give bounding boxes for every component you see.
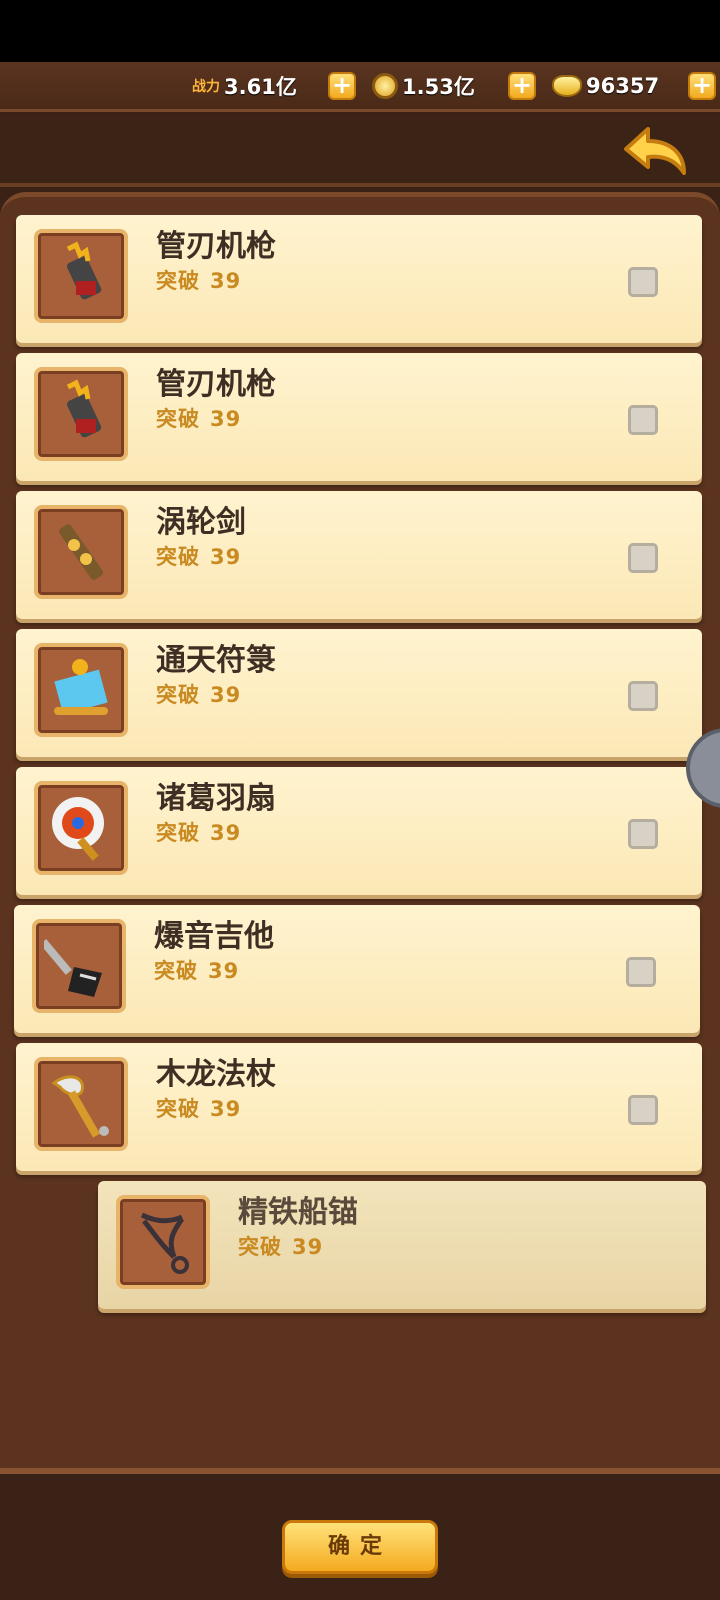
iron-anchor-icon xyxy=(116,1195,210,1289)
item-breakthrough: 突破 39 xyxy=(154,955,239,985)
break-level: 39 xyxy=(210,821,242,845)
select-checkbox[interactable] xyxy=(628,405,658,435)
item-name: 诸葛羽扇 xyxy=(156,781,276,816)
list-item[interactable]: 涡轮剑 突破 39 xyxy=(16,491,702,619)
break-level: 39 xyxy=(210,269,242,293)
item-name: 管刃机枪 xyxy=(156,229,276,264)
coins-value: 1.53亿 xyxy=(402,75,475,99)
break-level: 39 xyxy=(292,1235,324,1259)
select-checkbox[interactable] xyxy=(628,267,658,297)
break-label: 突破 xyxy=(238,1235,282,1259)
break-level: 39 xyxy=(210,1097,242,1121)
power-label: 战力 xyxy=(192,79,220,95)
back-arrow-icon xyxy=(624,127,686,175)
item-breakthrough: 突破 39 xyxy=(156,1093,241,1123)
item-breakthrough: 突破 39 xyxy=(156,265,241,295)
break-label: 突破 xyxy=(156,545,200,569)
break-label: 突破 xyxy=(154,959,198,983)
machine-gun-icon xyxy=(34,367,128,461)
item-name: 通天符箓 xyxy=(156,643,276,678)
dragon-staff-icon xyxy=(34,1057,128,1151)
item-name: 涡轮剑 xyxy=(156,505,246,540)
break-label: 突破 xyxy=(156,821,200,845)
break-level: 39 xyxy=(210,683,242,707)
break-level: 39 xyxy=(210,545,242,569)
select-checkbox[interactable] xyxy=(626,957,656,987)
gold-value: 96357 xyxy=(586,74,660,98)
select-checkbox[interactable] xyxy=(628,681,658,711)
item-name: 管刃机枪 xyxy=(156,367,276,402)
break-label: 突破 xyxy=(156,269,200,293)
select-checkbox[interactable] xyxy=(628,1095,658,1125)
page-header xyxy=(0,115,720,187)
coins: 1.53亿 xyxy=(372,70,475,102)
confirm-button[interactable]: 确定 xyxy=(282,1520,438,1574)
break-label: 突破 xyxy=(156,407,200,431)
status-bar xyxy=(0,0,720,62)
item-list-panel: 管刃机枪 突破 39 管刃机枪 突破 39 涡轮剑 突破 39 通天符箓 突破 39 诸 xyxy=(0,192,720,1474)
item-breakthrough: 突破 39 xyxy=(156,403,241,433)
list-item[interactable]: 管刃机枪 突破 39 xyxy=(16,353,702,481)
list-item[interactable]: 通天符箓 突破 39 xyxy=(16,629,702,757)
combat-power: 战力 3.61亿 xyxy=(192,70,297,102)
gold-ingot-icon xyxy=(552,75,582,97)
list-item[interactable]: 爆音吉他 突破 39 xyxy=(14,905,700,1033)
list-item[interactable]: 管刃机枪 突破 39 xyxy=(16,215,702,343)
select-checkbox[interactable] xyxy=(628,543,658,573)
select-checkbox[interactable] xyxy=(628,819,658,849)
list-item-dragging[interactable]: 精铁船锚 突破 39 xyxy=(98,1181,706,1309)
coin-icon xyxy=(372,73,398,99)
power-value: 3.61亿 xyxy=(224,75,297,99)
item-breakthrough: 突破 39 xyxy=(238,1231,323,1261)
item-name: 精铁船锚 xyxy=(238,1195,358,1230)
list-item[interactable]: 木龙法杖 突破 39 xyxy=(16,1043,702,1171)
list-item[interactable]: 诸葛羽扇 突破 39 xyxy=(16,767,702,895)
break-label: 突破 xyxy=(156,1097,200,1121)
item-breakthrough: 突破 39 xyxy=(156,679,241,709)
item-breakthrough: 突破 39 xyxy=(156,817,241,847)
resource-bar: 战力 3.61亿 + 1.53亿 + 96357 + xyxy=(0,62,720,112)
break-level: 39 xyxy=(210,407,242,431)
feather-fan-icon xyxy=(34,781,128,875)
break-level: 39 xyxy=(208,959,240,983)
gold-ingots: 96357 xyxy=(552,70,659,102)
turbine-sword-icon xyxy=(34,505,128,599)
item-name: 木龙法杖 xyxy=(156,1057,276,1092)
talisman-scroll-icon xyxy=(34,643,128,737)
add-power-button[interactable]: + xyxy=(328,72,356,100)
add-coins-button[interactable]: + xyxy=(508,72,536,100)
item-breakthrough: 突破 39 xyxy=(156,541,241,571)
break-label: 突破 xyxy=(156,683,200,707)
back-button[interactable] xyxy=(620,123,692,179)
add-gold-button[interactable]: + xyxy=(688,72,716,100)
item-name: 爆音吉他 xyxy=(154,919,274,954)
machine-gun-icon xyxy=(34,229,128,323)
electric-guitar-icon xyxy=(32,919,126,1013)
